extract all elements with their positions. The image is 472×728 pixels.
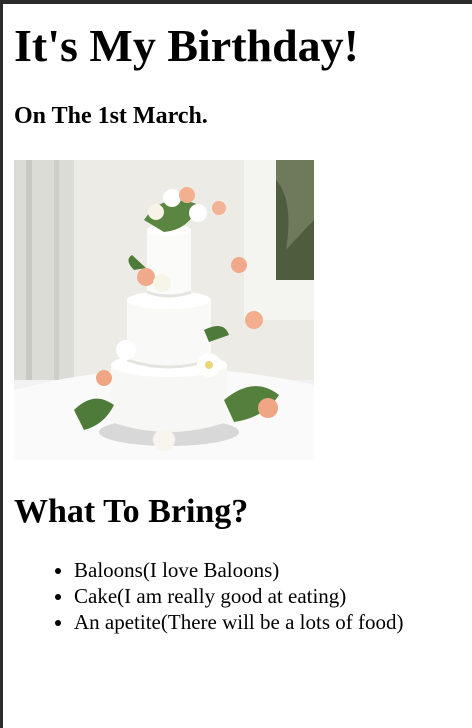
cake-image — [14, 160, 314, 460]
window-left-border — [0, 0, 3, 728]
bring-heading: What To Bring? — [14, 493, 249, 530]
list-item: Cake(I am really good at eating) — [74, 583, 464, 609]
bring-list: Baloons(I love Baloons) Cake(I am really… — [14, 557, 464, 635]
page-content: It's My Birthday! On The 1st March. What… — [14, 4, 464, 635]
list-item: An apetite(There will be a lots of food) — [74, 609, 464, 635]
list-item: Baloons(I love Baloons) — [74, 557, 464, 583]
page-title: It's My Birthday! — [14, 20, 359, 71]
event-date: On The 1st March. — [14, 103, 208, 129]
